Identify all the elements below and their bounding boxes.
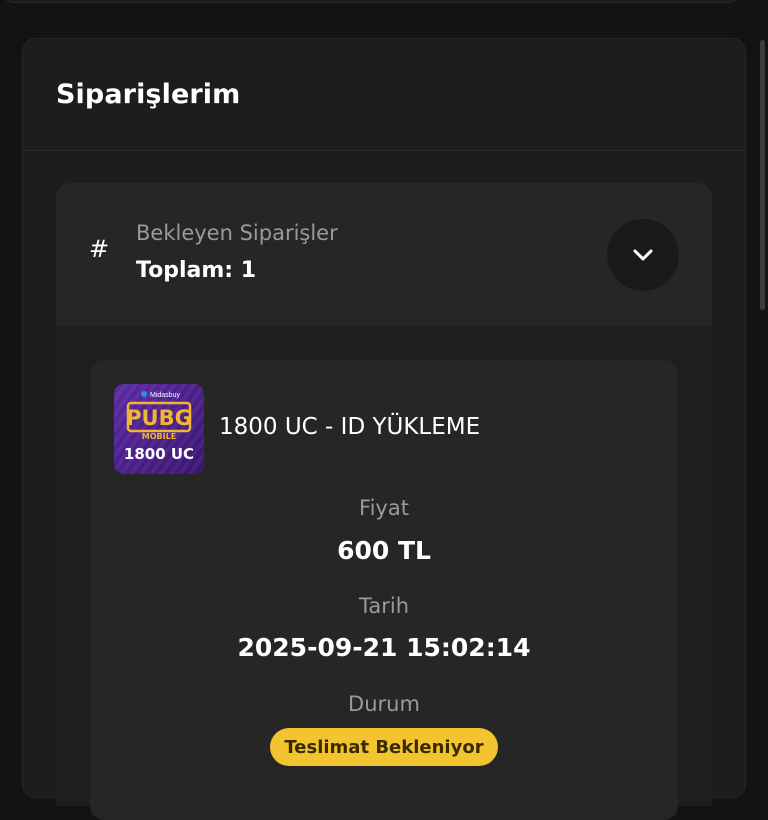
thumbnail-brand: Midasbuy [150, 392, 180, 399]
order-item: Midasbuy PUBG MOBILE 1800 UC 1800 UC - I… [90, 360, 678, 820]
pending-orders-section: # Bekleyen Siparişler Toplam: 1 Midasbuy… [56, 183, 712, 820]
date-value: 2025-09-21 15:02:14 [237, 633, 531, 662]
scrollbar[interactable] [756, 0, 768, 768]
price-value: 600 TL [337, 536, 431, 565]
pending-orders-header[interactable]: # Bekleyen Siparişler Toplam: 1 [56, 183, 712, 326]
date-label: Tarih [359, 594, 409, 618]
scrollbar-thumb[interactable] [760, 40, 765, 310]
thumbnail-game: PUBG [126, 406, 192, 430]
price-label: Fiyat [359, 496, 409, 520]
chevron-down-icon [633, 249, 653, 261]
thumbnail-subtitle: MOBILE [142, 432, 176, 441]
thumbnail-amount: 1800 UC [124, 445, 194, 463]
pending-orders-label: Bekleyen Siparişler [136, 221, 338, 245]
orders-card: Siparişlerim # Bekleyen Siparişler Topla… [22, 38, 746, 820]
page-title: Siparişlerim [56, 79, 241, 110]
product-name: 1800 UC - ID YÜKLEME [219, 414, 481, 440]
pending-orders-total: Toplam: 1 [136, 258, 257, 283]
product-thumbnail: Midasbuy PUBG MOBILE 1800 UC [114, 384, 204, 474]
status-label: Durum [348, 692, 420, 716]
pending-orders-body: Midasbuy PUBG MOBILE 1800 UC 1800 UC - I… [56, 326, 712, 820]
status-badge: Teslimat Bekleniyor [270, 728, 498, 766]
expand-toggle-button[interactable] [607, 219, 679, 291]
hash-icon: # [89, 235, 110, 263]
orders-header: Siparişlerim [23, 39, 745, 151]
previous-card [0, 0, 742, 3]
